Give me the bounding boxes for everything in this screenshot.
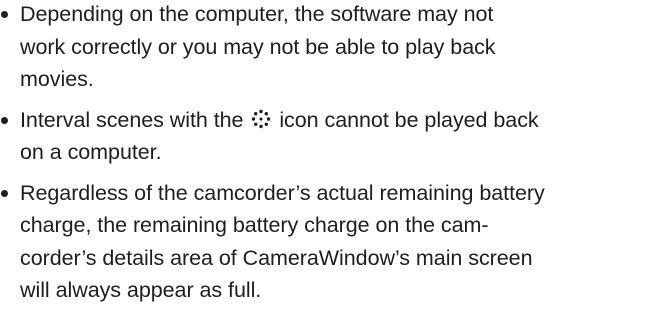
note-line: Interval scenes with the icon cannot be … bbox=[20, 104, 656, 137]
bullet-icon bbox=[1, 189, 8, 197]
note-line: corder’s details area of CameraWindow’s … bbox=[20, 245, 533, 270]
note-text: Interval scenes with the bbox=[20, 107, 250, 132]
note-line: work correctly or you may not be able to… bbox=[20, 34, 496, 59]
bullet-icon bbox=[1, 11, 8, 18]
note-line: charge, the remaining battery charge on … bbox=[20, 213, 489, 237]
note-line: movies. bbox=[20, 67, 94, 91]
note-line: will always appear as full. bbox=[20, 278, 262, 302]
note-line: on a computer. bbox=[20, 140, 162, 164]
note-line: Depending on the computer, the software … bbox=[20, 2, 494, 26]
note-interval-scenes: Interval scenes with the icon cannot be … bbox=[0, 104, 656, 169]
note-compatibility: Depending on the computer, the software … bbox=[0, 0, 656, 96]
note-battery-display: Regardless of the camcorder’s actual rem… bbox=[0, 177, 656, 307]
note-line: Regardless of the camcorder’s actual rem… bbox=[20, 180, 545, 205]
bullet-icon bbox=[1, 116, 8, 124]
notes-list: Depending on the computer, the software … bbox=[0, 0, 656, 307]
interval-scene-icon bbox=[252, 109, 271, 128]
note-text: icon cannot be played back bbox=[273, 107, 539, 132]
